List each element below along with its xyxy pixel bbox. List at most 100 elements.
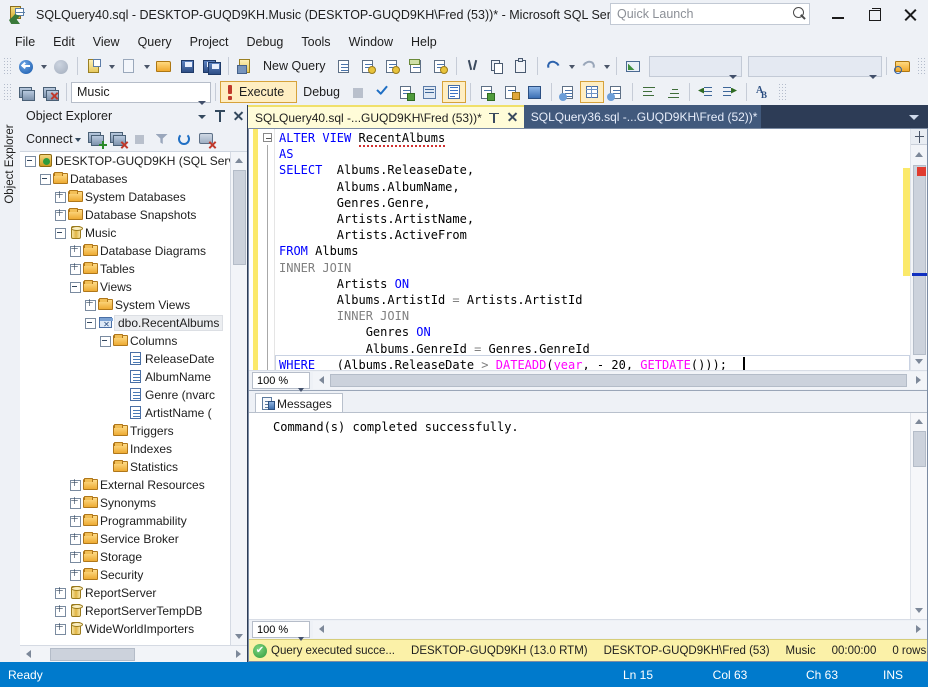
collapse-icon[interactable] [68,278,82,296]
tree-node[interactable]: Triggers [20,422,230,440]
expand-icon[interactable] [53,584,67,602]
scroll-left-icon[interactable] [313,372,330,389]
connect-dropdown-icon[interactable] [73,129,85,149]
expand-icon[interactable] [53,188,67,206]
comment-icon[interactable] [637,81,661,103]
new-item-icon[interactable] [117,55,141,77]
new-analysis-services-mdx-query-icon[interactable] [356,55,380,77]
disconnect-icon[interactable] [38,81,62,103]
tree-node[interactable]: WideWorldImporters [20,620,230,638]
tab-list-dropdown-icon[interactable] [906,105,922,128]
find-in-files-icon[interactable] [891,55,915,77]
scroll-down-icon[interactable] [911,353,927,370]
new-query-label[interactable]: New Query [257,59,332,73]
filter-icon[interactable] [152,129,173,149]
tree-node[interactable]: Tables [20,260,230,278]
toolbar-grip-2[interactable] [3,83,12,101]
scroll-right-icon[interactable] [910,372,927,389]
stop-icon[interactable] [346,81,370,103]
tree-node[interactable]: Statistics [20,458,230,476]
scroll-left-icon[interactable] [20,646,37,663]
stop-icon[interactable] [130,129,151,149]
database-combo[interactable]: Music [71,82,211,103]
tree-node[interactable]: System Views [20,296,230,314]
tree-node[interactable]: Genre (nvarc [20,386,230,404]
undo-icon[interactable] [542,55,566,77]
expand-icon[interactable] [68,242,82,260]
expand-icon[interactable] [68,260,82,278]
collapse-icon[interactable] [53,224,67,242]
restore-button[interactable] [856,0,892,30]
tree-node[interactable]: Database Snapshots [20,206,230,224]
expand-icon[interactable] [68,566,82,584]
redo-icon[interactable] [577,55,601,77]
tree-vertical-scrollbar[interactable] [230,152,247,645]
toolbar-overflow[interactable] [917,57,926,75]
scroll-down-icon[interactable] [231,628,247,645]
tree-node[interactable]: Service Broker [20,530,230,548]
results-zoom-combo[interactable]: 100 % [252,621,310,638]
tree-node[interactable]: Security [20,566,230,584]
specify-values-for-template-parameters-icon[interactable]: A B [751,81,775,103]
expand-icon[interactable] [68,476,82,494]
pin-icon[interactable] [211,106,229,126]
tree-node[interactable]: AlbumName [20,368,230,386]
expand-icon[interactable] [53,206,67,224]
scroll-up-icon[interactable] [911,413,927,430]
tree-node[interactable]: Music [20,224,230,242]
sql-code-text[interactable]: ALTER VIEW RecentAlbumsASSELECT Albums.R… [275,129,910,370]
debug-button[interactable]: Debug [297,85,346,99]
menu-view[interactable]: View [84,32,129,52]
tree-node[interactable]: Storage [20,548,230,566]
menu-tools[interactable]: Tools [292,32,339,52]
connect-object-explorer-icon[interactable] [86,129,107,149]
expand-icon[interactable] [68,530,82,548]
new-analysis-services-dmx-query-icon[interactable] [380,55,404,77]
results-to-grid-icon[interactable] [580,81,604,103]
messages-vertical-scrollbar[interactable] [910,413,927,619]
tree-node[interactable]: ArtistName ( [20,404,230,422]
expand-icon[interactable] [68,512,82,530]
close-button[interactable] [892,0,928,30]
activity-monitor-icon[interactable] [621,55,645,77]
error-marker[interactable] [917,167,926,176]
include-client-statistics-icon[interactable] [499,81,523,103]
increase-indent-icon[interactable] [718,81,742,103]
open-file-icon[interactable] [152,55,176,77]
navigate-forward-icon[interactable] [49,55,73,77]
menu-project[interactable]: Project [181,32,238,52]
cut-icon[interactable] [461,55,485,77]
toolbar-combo-2[interactable] [748,56,882,77]
refresh-icon[interactable] [174,129,195,149]
tree-scroll-thumb[interactable] [233,170,246,265]
scroll-left-icon[interactable] [313,621,330,638]
display-estimated-execution-plan-icon[interactable] [394,81,418,103]
collapse-icon[interactable] [23,152,37,170]
tree-node[interactable]: DESKTOP-GUQD9KH (SQL Server 1 [20,152,230,170]
execute-button[interactable]: Execute [220,81,297,103]
scroll-right-icon[interactable] [230,646,247,663]
object-explorer-details-icon[interactable] [196,129,217,149]
quick-launch-input[interactable]: Quick Launch [611,7,789,21]
disconnect-object-explorer-icon[interactable] [108,129,129,149]
tree-node[interactable]: Indexes [20,440,230,458]
tree-node[interactable]: External Resources [20,476,230,494]
change-connection-icon[interactable] [14,81,38,103]
editor-scroll-thumb[interactable] [913,165,926,355]
editor-vertical-scrollbar[interactable] [910,129,927,370]
scroll-down-icon[interactable] [911,602,927,619]
decrease-indent-icon[interactable] [694,81,718,103]
toolbar-grip[interactable] [3,57,12,75]
results-to-text-output-icon[interactable] [556,81,580,103]
messages-scroll-thumb[interactable] [913,431,926,467]
expand-icon[interactable] [83,296,97,314]
include-live-query-statistics-icon[interactable] [523,81,547,103]
parse-icon[interactable] [370,81,394,103]
collapse-icon[interactable] [38,170,52,188]
close-icon[interactable] [505,110,520,125]
tree-node[interactable]: Programmability [20,512,230,530]
new-sql-server-compact-query-icon[interactable] [428,55,452,77]
editor-hscroll-thumb[interactable] [330,374,907,387]
tree-node[interactable]: Views [20,278,230,296]
collapse-icon[interactable] [83,314,97,332]
